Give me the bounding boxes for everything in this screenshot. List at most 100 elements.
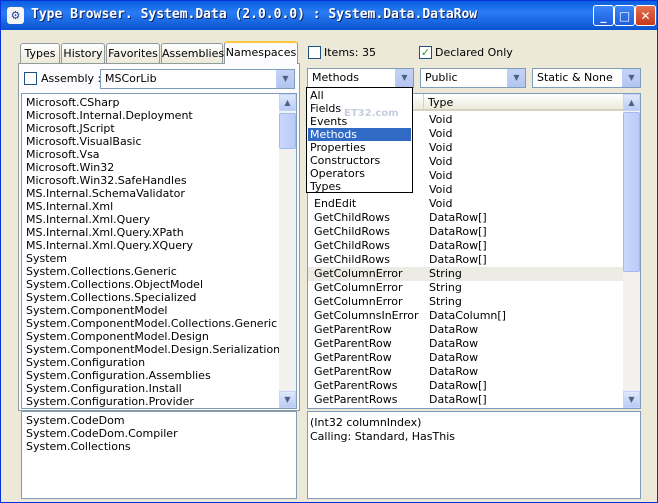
dropdown-option[interactable]: Constructors bbox=[308, 154, 411, 167]
member-type-cell: DataRow[] bbox=[429, 239, 487, 252]
namespace-item[interactable]: System bbox=[26, 252, 67, 265]
namespace-list[interactable]: Microsoft.CSharp Microsoft.Internal.Deplo… bbox=[21, 93, 297, 409]
member-kind-dropdown[interactable]: All Fields Events Methods Properties Construc… bbox=[306, 87, 413, 193]
namespace-item[interactable]: MS.Internal.Xml bbox=[26, 200, 113, 213]
scroll-down-icon[interactable]: ▼ bbox=[279, 391, 296, 408]
sub-namespace-item[interactable]: System.CodeDom.Compiler bbox=[26, 427, 178, 440]
visibility-value: Public bbox=[425, 71, 458, 84]
table-row[interactable]: GetParentRows DataRow[] bbox=[308, 407, 624, 408]
table-row[interactable]: GetChildRows DataRow[] bbox=[308, 211, 624, 225]
dropdown-option[interactable]: Operators bbox=[308, 167, 411, 180]
namespace-item[interactable]: Microsoft.Internal.Deployment bbox=[26, 109, 193, 122]
member-details: (Int32 columnIndex) Calling: Standard, H… bbox=[307, 411, 641, 499]
member-type-cell: DataRow[] bbox=[429, 253, 487, 266]
table-row[interactable]: GetColumnsInError DataColumn[] bbox=[308, 309, 624, 323]
close-icon[interactable]: ✕ bbox=[635, 5, 656, 26]
tab-favorites[interactable]: Favorites bbox=[106, 43, 160, 63]
namespace-item[interactable]: System.Configuration.Install bbox=[26, 382, 182, 395]
sub-namespace-item[interactable]: System.Collections bbox=[26, 440, 131, 453]
visibility-combo[interactable]: Public ▼ bbox=[420, 68, 526, 88]
table-row[interactable]: GetParentRow DataRow bbox=[308, 323, 624, 337]
details-calling: Calling: Standard, HasThis bbox=[310, 430, 456, 443]
namespace-item[interactable]: Microsoft.Win32.SafeHandles bbox=[26, 174, 187, 187]
title-bar[interactable]: ⚙ Type Browser. System.Data (2.0.0.0) : … bbox=[1, 1, 657, 30]
table-row[interactable]: GetParentRow DataRow bbox=[308, 365, 624, 379]
sub-namespace-list[interactable]: System.CodeDom System.CodeDom.Compiler Sys… bbox=[21, 411, 297, 499]
namespace-item[interactable]: Microsoft.Vsa bbox=[26, 148, 100, 161]
tab-types[interactable]: Types bbox=[20, 43, 60, 63]
chevron-down-icon[interactable]: ▼ bbox=[395, 69, 413, 87]
member-name-cell: GetParentRows bbox=[314, 407, 397, 408]
namespace-item[interactable]: Microsoft.VisualBasic bbox=[26, 135, 142, 148]
member-name-cell: GetColumnError bbox=[314, 281, 403, 294]
grid-scrollbar[interactable]: ▲ ▼ bbox=[623, 94, 640, 408]
member-kind-value: Methods bbox=[312, 71, 359, 84]
table-row[interactable]: GetChildRows DataRow[] bbox=[308, 239, 624, 253]
assembly-label: Assembly : bbox=[41, 72, 102, 85]
assembly-combo[interactable]: MSCorLib ▼ bbox=[100, 69, 295, 89]
table-row[interactable]: GetParentRow DataRow bbox=[308, 337, 624, 351]
namespace-item[interactable]: System.ComponentModel.Collections.Generi… bbox=[26, 317, 277, 330]
table-row[interactable]: GetParentRows DataRow[] bbox=[308, 379, 624, 393]
namespace-item[interactable]: System.Collections.ObjectModel bbox=[26, 278, 203, 291]
namespace-item[interactable]: System.Configuration.Provider bbox=[26, 395, 194, 408]
member-type-cell: DataRow bbox=[429, 351, 479, 364]
tab-assemblies[interactable]: Assemblies bbox=[161, 43, 224, 63]
namespace-item[interactable]: System.ComponentModel bbox=[26, 304, 167, 317]
items-checkbox[interactable] bbox=[308, 46, 321, 59]
scroll-up-icon[interactable]: ▲ bbox=[279, 94, 296, 111]
table-row[interactable]: GetColumnError String bbox=[308, 281, 624, 295]
dropdown-option[interactable]: All bbox=[308, 89, 411, 102]
scroll-thumb[interactable] bbox=[279, 113, 296, 149]
dropdown-option[interactable]: Properties bbox=[308, 141, 411, 154]
scope-combo[interactable]: Static & None ▼ bbox=[532, 68, 641, 88]
sub-namespace-item[interactable]: System.CodeDom bbox=[26, 414, 125, 427]
dropdown-option[interactable]: Types bbox=[308, 180, 411, 193]
member-type-cell: DataRow[] bbox=[429, 211, 487, 224]
namespace-item[interactable]: MS.Internal.Xml.Query.XPath bbox=[26, 226, 184, 239]
namespace-item[interactable]: Microsoft.CSharp bbox=[26, 96, 119, 109]
watermark: ET32.com bbox=[344, 108, 399, 119]
assembly-checkbox[interactable] bbox=[24, 72, 37, 85]
chevron-down-icon[interactable]: ▼ bbox=[276, 70, 294, 88]
table-row[interactable]: GetChildRows DataRow[] bbox=[308, 253, 624, 267]
namespace-item[interactable]: MS.Internal.SchemaValidator bbox=[26, 187, 185, 200]
namespace-item[interactable]: Microsoft.Win32 bbox=[26, 161, 114, 174]
table-row[interactable]: EndEdit Void bbox=[308, 197, 624, 211]
dropdown-option[interactable]: Methods bbox=[308, 128, 411, 141]
namespace-item[interactable]: System.ComponentModel.Design.Serializati… bbox=[26, 343, 280, 356]
table-row[interactable]: GetChildRows DataRow[] bbox=[308, 225, 624, 239]
namespace-item[interactable]: System.Configuration bbox=[26, 356, 145, 369]
chevron-down-icon[interactable]: ▼ bbox=[507, 69, 525, 87]
namespace-item[interactable]: System.Collections.Generic bbox=[26, 265, 177, 278]
namespace-item[interactable]: MS.Internal.Xml.Query bbox=[26, 213, 150, 226]
table-row[interactable]: GetColumnError String bbox=[308, 295, 624, 309]
type-browser-icon: ⚙ bbox=[7, 7, 24, 24]
table-row[interactable]: GetParentRow DataRow bbox=[308, 351, 624, 365]
minimize-icon[interactable]: _ bbox=[593, 5, 614, 26]
table-row[interactable]: GetColumnError String bbox=[308, 267, 624, 281]
tab-namespaces[interactable]: Namespaces bbox=[224, 41, 298, 64]
tab-history[interactable]: History bbox=[61, 43, 105, 63]
window-title: Type Browser. System.Data (2.0.0.0) : Sy… bbox=[31, 7, 478, 22]
namespace-item[interactable]: System.ComponentModel.Design bbox=[26, 330, 209, 343]
member-type-cell: Void bbox=[429, 127, 453, 140]
scroll-thumb[interactable] bbox=[623, 112, 640, 272]
chevron-down-icon[interactable]: ▼ bbox=[622, 69, 640, 87]
member-name-cell: EndEdit bbox=[314, 197, 357, 210]
namespace-item[interactable]: System.Collections.Specialized bbox=[26, 291, 196, 304]
member-type-cell: DataRow bbox=[429, 337, 479, 350]
namespace-item[interactable]: System.Configuration.Assemblies bbox=[26, 369, 211, 382]
member-name-cell: GetColumnError bbox=[314, 295, 403, 308]
namespace-item[interactable]: MS.Internal.Xml.Query.XQuery bbox=[26, 239, 193, 252]
maximize-icon[interactable]: □ bbox=[614, 5, 635, 26]
member-type-cell: Void bbox=[429, 141, 453, 154]
scroll-down-icon[interactable]: ▼ bbox=[623, 391, 640, 408]
scroll-up-icon[interactable]: ▲ bbox=[623, 94, 640, 111]
declared-only-checkbox[interactable]: ✓ bbox=[419, 46, 432, 59]
namespace-item[interactable]: Microsoft.JScript bbox=[26, 122, 115, 135]
namespace-scrollbar[interactable]: ▲ ▼ bbox=[279, 94, 296, 408]
member-kind-combo[interactable]: Methods ▼ bbox=[307, 68, 414, 88]
table-row[interactable]: GetParentRows DataRow[] bbox=[308, 393, 624, 407]
grid-header-type[interactable]: Type bbox=[423, 94, 624, 111]
